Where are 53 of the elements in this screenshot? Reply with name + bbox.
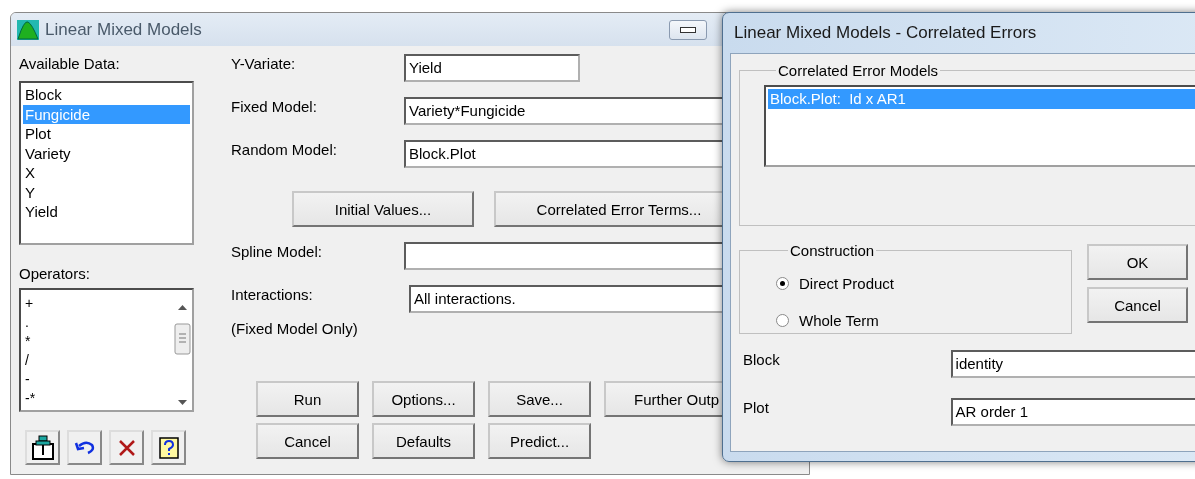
action-button[interactable]: Options... xyxy=(372,381,475,417)
field-label: Fixed Model: xyxy=(231,97,318,117)
list-item[interactable]: Variety xyxy=(23,143,190,163)
text-field[interactable]: AR order 1 xyxy=(950,398,1195,426)
action-button[interactable]: Save... xyxy=(488,381,591,417)
field-label: Operators: xyxy=(19,264,90,284)
action-button[interactable]: Cancel xyxy=(256,423,359,459)
field-label: Spline Model: xyxy=(231,242,323,262)
list-item[interactable]: -* xyxy=(25,389,169,408)
list-item[interactable]: Plot xyxy=(23,124,190,144)
group-label: Correlated Error Models xyxy=(777,62,940,79)
field-label: Block xyxy=(742,350,781,370)
field-label: Interactions: xyxy=(231,285,314,305)
dialog-button[interactable]: Initial Values... xyxy=(292,191,474,227)
minimize-icon xyxy=(680,26,696,33)
undo-icon xyxy=(73,439,96,456)
window-title: Linear Mixed Models xyxy=(45,19,202,40)
field-label: Y-Variate: xyxy=(231,54,297,74)
list-item[interactable]: Block xyxy=(23,85,190,105)
operator-list[interactable]: + . * / - -* xyxy=(19,288,194,412)
list-item[interactable]: + xyxy=(25,294,169,313)
dialog-button[interactable]: Cancel xyxy=(1087,287,1188,323)
radio-button[interactable] xyxy=(776,277,789,290)
dialog-button[interactable]: OK xyxy=(1087,244,1188,280)
list-item[interactable]: Y xyxy=(23,182,190,202)
text-field[interactable]: Yield xyxy=(404,54,580,82)
list-item[interactable]: X xyxy=(23,163,190,183)
radio-label[interactable]: Whole Term xyxy=(799,312,879,329)
clear-button[interactable] xyxy=(109,430,144,465)
action-button[interactable]: Run xyxy=(256,381,359,417)
field-label: Random Model: xyxy=(231,140,338,160)
list-item[interactable]: / xyxy=(25,351,169,370)
minimize-button[interactable] xyxy=(669,19,707,40)
help-button[interactable] xyxy=(151,430,186,465)
list-item[interactable]: - xyxy=(25,370,169,389)
list-item[interactable]: Yield xyxy=(23,202,190,222)
group-label: Construction xyxy=(789,242,876,259)
undo-button[interactable] xyxy=(67,430,102,465)
list-item[interactable]: . xyxy=(25,313,169,332)
note-text: (Fixed Model Only) xyxy=(231,319,358,339)
pushpin-icon xyxy=(30,434,55,461)
curve-icon xyxy=(17,19,39,40)
list-item[interactable]: * xyxy=(25,332,169,351)
text-field[interactable]: identity xyxy=(950,350,1195,378)
field-label: Available Data: xyxy=(19,54,120,74)
help-icon xyxy=(158,436,179,459)
cross-icon xyxy=(117,438,136,457)
radio-button[interactable] xyxy=(776,314,789,327)
pin-button[interactable] xyxy=(25,430,60,465)
dialog-title: Linear Mixed Models - Correlated Errors xyxy=(733,22,1038,44)
action-button[interactable]: Defaults xyxy=(372,423,475,459)
action-button[interactable]: Predict... xyxy=(488,423,591,459)
data-list[interactable]: Block Fungicide Plot Variety X Y Yield xyxy=(19,81,194,245)
